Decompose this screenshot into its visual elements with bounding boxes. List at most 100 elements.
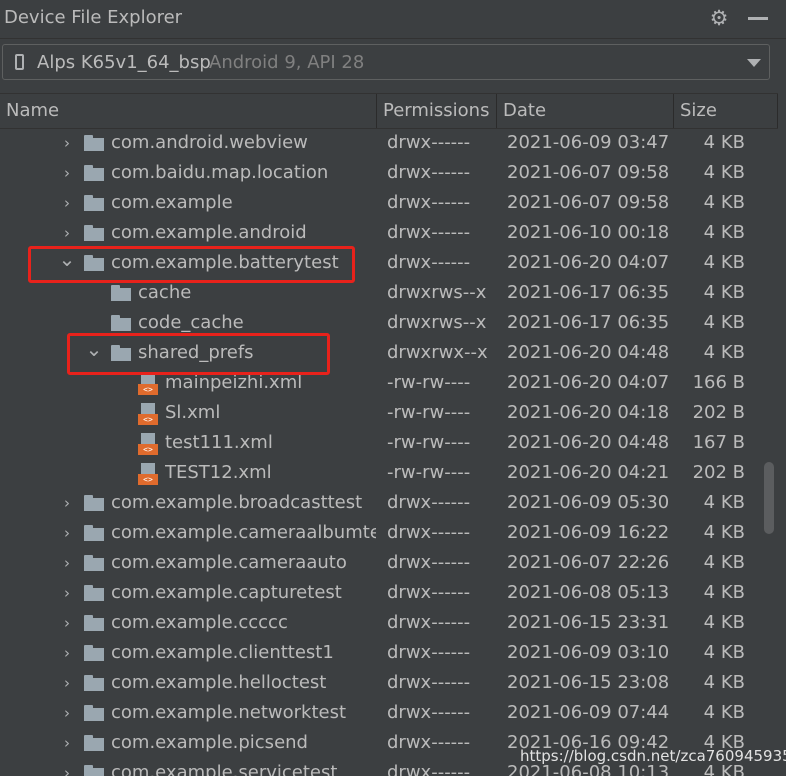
folder-row[interactable]: › com.example.networktest drwx------ 2021-0… — [0, 698, 762, 728]
row-date: 2021-06-09 16:22 — [507, 522, 670, 543]
chevron-right-icon[interactable]: › — [58, 494, 76, 512]
row-name: com.example.broadcasttest — [111, 492, 363, 513]
row-permissions: drwx------ — [387, 582, 471, 603]
column-header-name[interactable]: Name — [0, 94, 377, 128]
chevron-right-icon[interactable]: › — [58, 554, 76, 572]
folder-icon — [84, 135, 104, 151]
chevron-right-icon[interactable]: › — [58, 224, 76, 242]
chevron-right-icon[interactable]: › — [58, 134, 76, 152]
folder-icon — [84, 165, 104, 181]
folder-icon — [111, 285, 131, 301]
folder-row[interactable]: › com.example drwx------ 2021-06-07 09:58 4 … — [0, 188, 762, 218]
folder-row[interactable]: › com.example.helloctest drwx------ 2021-06… — [0, 668, 762, 698]
chevron-right-icon[interactable]: › — [58, 194, 76, 212]
row-name: com.example.cameraauto — [111, 552, 347, 573]
row-permissions: drwxrwx--x — [387, 342, 488, 363]
phone-icon — [15, 54, 24, 70]
folder-row[interactable]: › com.example.broadcasttest drwx------ 2021… — [0, 488, 762, 518]
minimize-icon[interactable] — [748, 17, 768, 20]
chevron-right-icon[interactable]: › — [58, 614, 76, 632]
highlight-box-batterytest — [28, 246, 355, 283]
folder-row[interactable]: › com.example.capturetest drwx------ 2021-0… — [0, 578, 762, 608]
row-permissions: drwx------ — [387, 252, 471, 273]
row-name: com.example.clienttest1 — [111, 642, 334, 663]
folder-icon — [84, 495, 104, 511]
row-name: com.android.webview — [111, 132, 308, 153]
row-size: 4 KB — [703, 342, 745, 363]
row-name: com.example.helloctest — [111, 672, 327, 693]
row-size: 4 KB — [703, 222, 745, 243]
xml-file-icon: <> — [138, 463, 158, 485]
chevron-right-icon[interactable]: › — [58, 164, 76, 182]
row-date: 2021-06-20 04:18 — [507, 402, 670, 423]
file-tree: › com.android.webview drwx------ 2021-06-09… — [0, 128, 762, 776]
row-permissions: drwx------ — [387, 732, 471, 753]
row-permissions: drwx------ — [387, 762, 471, 776]
folder-icon — [84, 735, 104, 751]
row-permissions: drwx------ — [387, 552, 471, 573]
row-size: 4 KB — [703, 702, 745, 723]
row-permissions: -rw-rw---- — [387, 372, 471, 393]
folder-icon — [84, 765, 104, 776]
row-size: 4 KB — [703, 312, 745, 333]
row-name: com.example.picsend — [111, 732, 308, 753]
window-title: Device File Explorer — [4, 7, 183, 28]
column-header-date[interactable]: Date — [497, 94, 674, 128]
row-size: 202 B — [692, 402, 745, 423]
row-name: com.example.cameraalbumtest — [111, 522, 376, 543]
column-header-permissions[interactable]: Permissions — [377, 94, 497, 128]
highlight-box-shared-prefs — [67, 333, 330, 375]
row-permissions: drwxrws--x — [387, 282, 487, 303]
device-api: Android 9, API 28 — [209, 52, 365, 73]
row-date: 2021-06-09 03:47 — [507, 132, 670, 153]
file-row[interactable]: <> test111.xml -rw-rw---- 2021-06-20 04:48 1… — [0, 428, 762, 458]
row-size: 4 KB — [703, 522, 745, 543]
chevron-right-icon[interactable]: › — [58, 584, 76, 602]
chevron-right-icon[interactable]: › — [58, 734, 76, 752]
xml-file-icon: <> — [138, 373, 158, 395]
folder-icon — [84, 195, 104, 211]
chevron-right-icon[interactable]: › — [58, 644, 76, 662]
folder-row[interactable]: › com.example.clienttest1 drwx------ 2021-0… — [0, 638, 762, 668]
chevron-right-icon[interactable]: › — [58, 674, 76, 692]
file-row[interactable]: <> TEST12.xml -rw-rw---- 2021-06-20 04:21 20… — [0, 458, 762, 488]
row-size: 166 B — [692, 372, 745, 393]
folder-row[interactable]: › com.example.android drwx------ 2021-06-10… — [0, 218, 762, 248]
row-name: com.example.ccccc — [111, 612, 288, 633]
table-header: Name Permissions Date Size — [0, 93, 778, 129]
file-row[interactable]: <> Sl.xml -rw-rw---- 2021-06-20 04:18 202 B — [0, 398, 762, 428]
row-name: com.example — [111, 192, 233, 213]
gear-icon[interactable]: ⚙ — [708, 7, 730, 29]
folder-icon — [84, 585, 104, 601]
device-selector[interactable]: Alps K65v1_64_bsp Android 9, API 28 — [2, 44, 770, 80]
row-date: 2021-06-20 04:07 — [507, 252, 670, 273]
chevron-down-icon[interactable] — [747, 59, 761, 67]
folder-icon — [84, 555, 104, 571]
folder-row[interactable]: › com.example.cameraauto drwx------ 2021-06… — [0, 548, 762, 578]
row-permissions: -rw-rw---- — [387, 402, 471, 423]
folder-row[interactable]: › com.example.ccccc drwx------ 2021-06-15 2… — [0, 608, 762, 638]
vertical-scrollbar[interactable] — [764, 462, 774, 534]
chevron-right-icon[interactable]: › — [58, 524, 76, 542]
column-header-size[interactable]: Size — [674, 94, 778, 128]
row-size: 4 KB — [703, 492, 745, 513]
row-name: com.example.servicetest — [111, 762, 338, 776]
row-date: 2021-06-17 06:35 — [507, 312, 670, 333]
row-permissions: drwx------ — [387, 222, 471, 243]
folder-row[interactable]: › com.example.cameraalbumtest drwx------ 20… — [0, 518, 762, 548]
folder-icon — [84, 705, 104, 721]
row-permissions: -rw-rw---- — [387, 432, 471, 453]
folder-icon — [84, 645, 104, 661]
folder-row[interactable]: › com.baidu.map.location drwx------ 2021-06… — [0, 158, 762, 188]
device-name: Alps K65v1_64_bsp — [37, 52, 211, 73]
row-date: 2021-06-10 00:18 — [507, 222, 670, 243]
folder-row[interactable]: › com.android.webview drwx------ 2021-06-09… — [0, 128, 762, 158]
chevron-right-icon[interactable]: › — [58, 704, 76, 722]
row-size: 4 KB — [703, 192, 745, 213]
xml-file-icon: <> — [138, 403, 158, 425]
row-permissions: drwx------ — [387, 132, 471, 153]
row-name: com.example.networktest — [111, 702, 347, 723]
xml-file-icon: <> — [138, 433, 158, 455]
row-date: 2021-06-15 23:08 — [507, 672, 670, 693]
chevron-right-icon[interactable]: › — [58, 764, 76, 776]
